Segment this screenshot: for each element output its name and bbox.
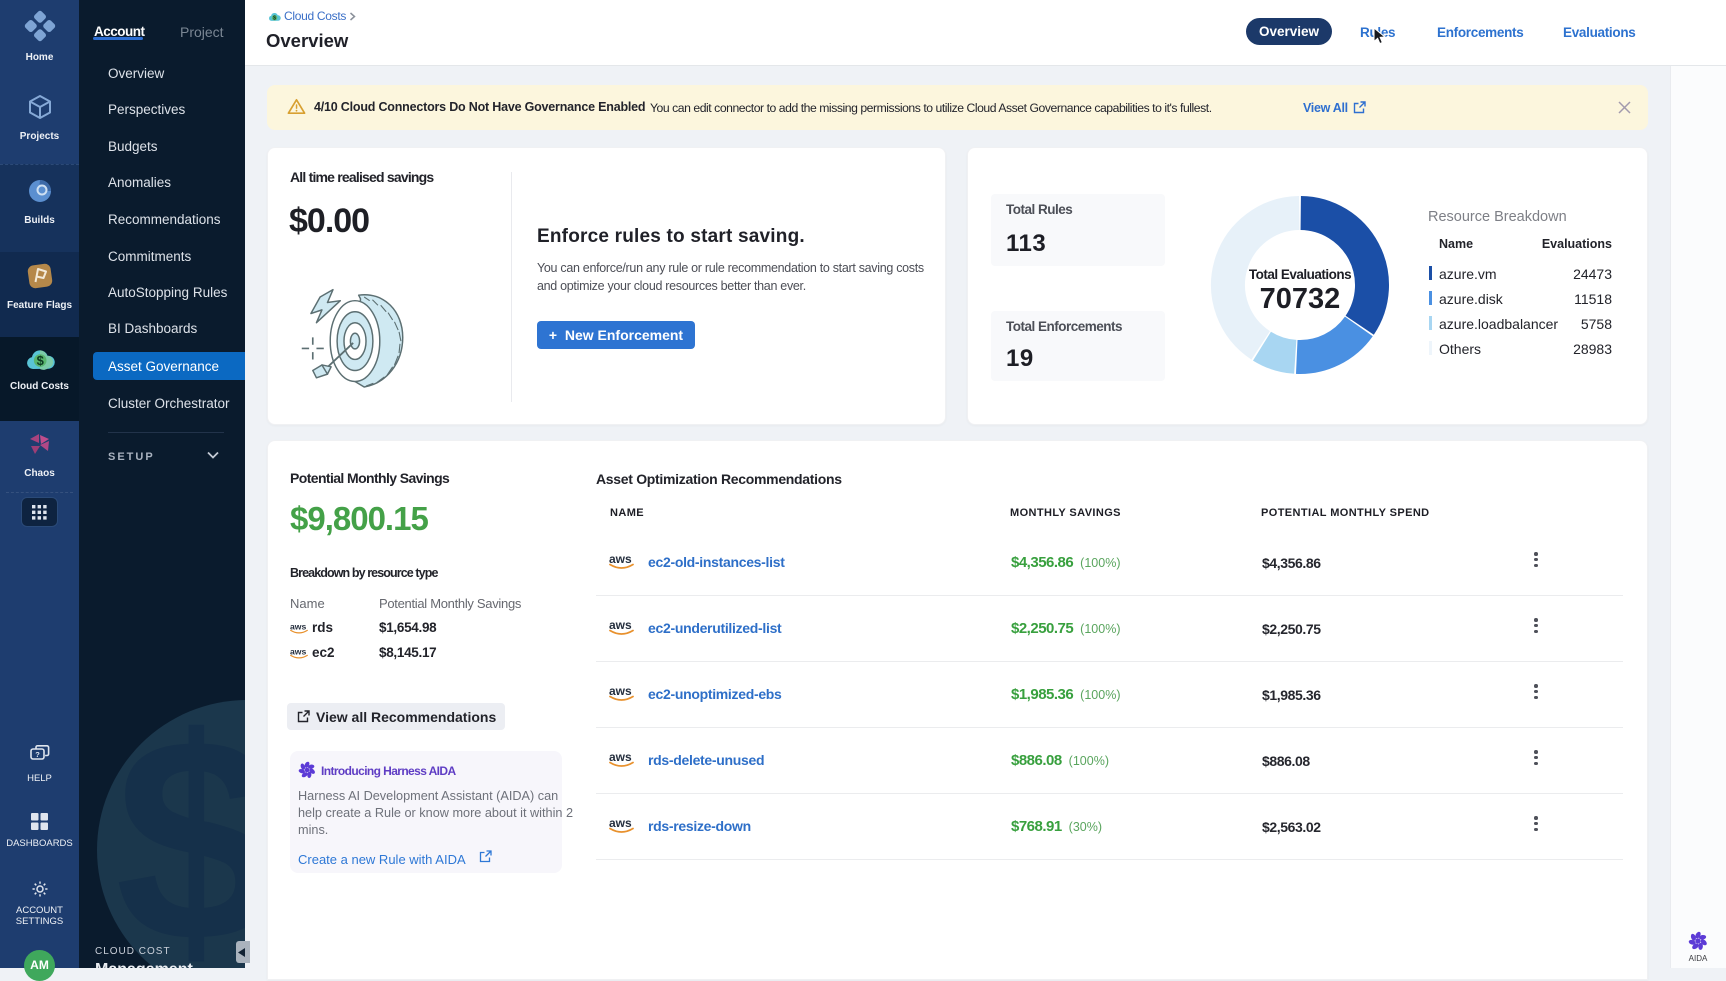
svg-text:aws: aws bbox=[290, 646, 307, 656]
svg-text:aws: aws bbox=[609, 618, 632, 632]
svg-text:?: ? bbox=[35, 750, 40, 759]
svg-text:aws: aws bbox=[609, 816, 632, 830]
svg-text:aws: aws bbox=[609, 552, 632, 566]
svg-text:$: $ bbox=[273, 16, 276, 22]
svg-text:$: $ bbox=[36, 353, 44, 368]
svg-text:aws: aws bbox=[609, 684, 632, 698]
svg-text:aws: aws bbox=[290, 621, 307, 631]
svg-text:aws: aws bbox=[609, 750, 632, 764]
